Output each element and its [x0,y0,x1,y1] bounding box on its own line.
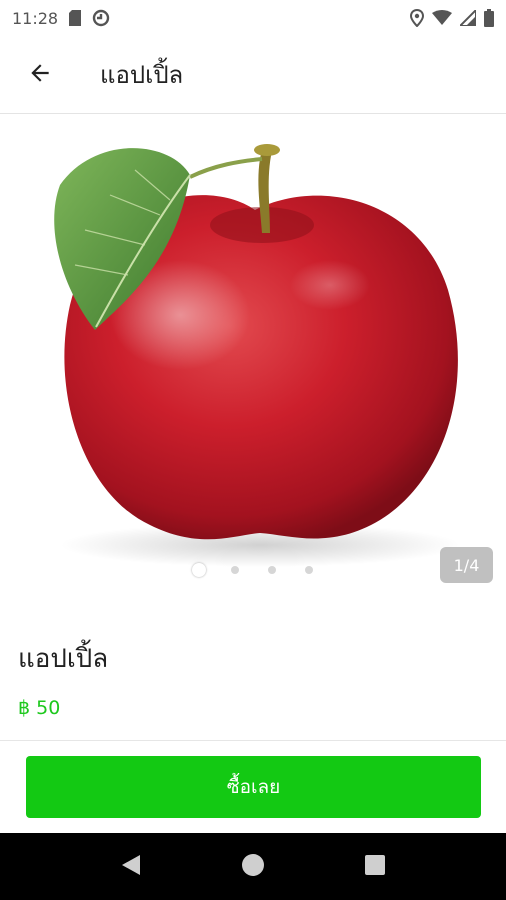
status-time: 11:28 [12,8,59,28]
nav-home-button[interactable] [233,847,273,887]
pagination-dot-1[interactable] [192,563,206,577]
buy-now-button[interactable]: ซื้อเลย [26,756,481,818]
app-bar: แอปเปิ้ล [0,36,506,114]
signal-icon [460,10,476,26]
nav-home-icon [241,853,265,881]
battery-icon [484,9,494,27]
nav-back-icon [120,853,142,881]
nav-back-button[interactable] [111,847,151,887]
product-image [54,144,460,567]
arrow-back-icon [27,60,53,90]
nav-recents-button[interactable] [355,847,395,887]
divider [0,740,506,741]
sync-icon [92,9,110,27]
system-nav-bar [0,833,506,900]
image-counter: 1/4 [440,547,493,583]
sd-card-icon [68,10,82,26]
pagination-dot-4[interactable] [305,566,313,574]
product-name: แอปเปิ้ล [18,644,109,674]
page-title: แอปเปิ้ล [100,61,184,89]
status-bar: 11:28 [0,0,506,36]
location-icon [410,9,424,27]
wifi-icon [432,10,452,26]
pagination-dot-2[interactable] [231,566,239,574]
product-price: ฿ 50 [18,697,61,719]
nav-recents-icon [364,854,386,880]
status-left: 11:28 [12,9,110,28]
back-button[interactable] [12,47,68,103]
product-image-gallery[interactable]: 1/4 [0,115,506,605]
pagination-dot-3[interactable] [268,566,276,574]
status-right [410,9,494,27]
